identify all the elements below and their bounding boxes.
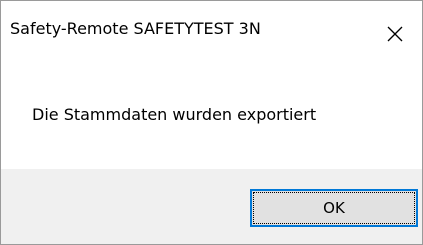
close-icon	[387, 26, 403, 42]
ok-button-label: OK	[323, 199, 345, 217]
ok-button[interactable]: OK	[250, 189, 418, 227]
message-area: Die Stammdaten wurden exportiert	[1, 63, 422, 169]
button-bar: OK	[1, 169, 422, 244]
window-title: Safety-Remote SAFETYTEST 3N	[10, 19, 261, 38]
message-dialog: Safety-Remote SAFETYTEST 3N Die Stammdat…	[0, 0, 423, 245]
message-text: Die Stammdaten wurden exportiert	[32, 105, 317, 124]
close-button[interactable]	[372, 1, 422, 63]
title-bar: Safety-Remote SAFETYTEST 3N	[1, 1, 422, 63]
